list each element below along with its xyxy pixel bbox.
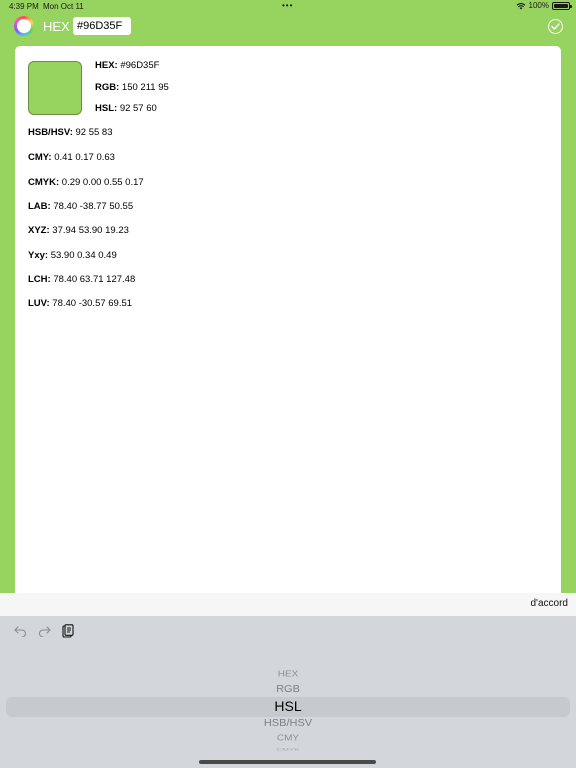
picker-option-cmyk[interactable]: CMYK [0, 747, 576, 751]
checkmark-icon [551, 23, 560, 30]
hex-value: #96D35F [120, 60, 160, 71]
hsb-row: HSB/HSV: 92 55 83 [28, 127, 113, 138]
lab-row: LAB: 78.40 -38.77 50.55 [28, 201, 133, 212]
multitasking-dots[interactable]: ••• [282, 1, 293, 10]
paste-icon[interactable] [61, 624, 75, 638]
status-time: 4:39 PM [9, 2, 39, 11]
battery-icon [552, 1, 572, 10]
shortcut-toolbar [13, 624, 75, 638]
hsb-value: 92 55 83 [75, 127, 113, 138]
hsb-key: HSB/HSV: [28, 127, 73, 138]
luv-key: LUV: [28, 298, 50, 309]
color-info-card: HEX: #96D35F RGB: 150 211 95 HSL: 92 57 … [15, 46, 561, 606]
color-wheel-icon[interactable] [14, 16, 34, 36]
picker-option-hsl[interactable]: HSL [0, 698, 576, 714]
rgb-value: 150 211 95 [121, 82, 169, 93]
hex-input[interactable] [73, 17, 131, 35]
lch-value: 78.40 63.71 127.48 [53, 274, 136, 285]
status-date: Mon Oct 11 [43, 2, 84, 11]
confirm-button[interactable] [548, 19, 563, 34]
rgb-key: RGB: [95, 82, 120, 93]
lch-row: LCH: 78.40 63.71 127.48 [28, 274, 135, 285]
cmy-row: CMY: 0.41 0.17 0.63 [28, 152, 115, 163]
picker-option-rgb[interactable]: RGB [0, 683, 576, 694]
xyz-row: XYZ: 37.94 53.90 19.23 [28, 225, 129, 236]
yxy-value: 53.90 0.34 0.49 [50, 250, 117, 261]
picker-option-hsb-hsv[interactable]: HSB/HSV [0, 717, 576, 728]
wifi-icon [516, 2, 525, 9]
status-bar: 4:39 PM Mon Oct 11 ••• 100% [0, 0, 576, 14]
xyz-key: XYZ: [28, 225, 50, 236]
cmyk-value: 0.29 0.00 0.55 0.17 [61, 177, 144, 188]
hex-key: HEX: [95, 60, 118, 71]
luv-value: 78.40 -30.57 69.51 [52, 298, 133, 309]
undo-icon[interactable] [13, 624, 27, 638]
home-indicator [199, 760, 376, 764]
done-button[interactable]: d'accord [531, 598, 569, 609]
hsl-key: HSL: [95, 103, 118, 114]
cmyk-row: CMYK: 0.29 0.00 0.55 0.17 [28, 177, 144, 188]
lch-key: LCH: [28, 274, 51, 285]
hex-row: HEX: #96D35F [95, 60, 159, 71]
rgb-row: RGB: 150 211 95 [95, 82, 169, 93]
color-swatch [28, 61, 82, 115]
xyz-value: 37.94 53.90 19.23 [52, 225, 129, 236]
cmy-value: 0.41 0.17 0.63 [54, 152, 115, 163]
picker-option-cmy[interactable]: CMY [0, 734, 576, 743]
hsl-value: 92 57 60 [119, 103, 157, 114]
format-picker: HEX RGB HSL HSB/HSV CMY CMYK [0, 616, 576, 768]
format-label: HEX [43, 19, 70, 34]
lab-key: LAB: [28, 201, 51, 212]
battery-percent: 100% [528, 1, 549, 10]
redo-icon[interactable] [37, 624, 51, 638]
yxy-key: Yxy: [28, 250, 49, 261]
yxy-row: Yxy: 53.90 0.34 0.49 [28, 250, 117, 261]
cmyk-key: CMYK: [28, 177, 60, 188]
picker-option-hex[interactable]: HEX [0, 670, 576, 679]
keyboard-accessory-bar: d'accord [0, 593, 576, 616]
lab-value: 78.40 -38.77 50.55 [53, 201, 134, 212]
hsl-row: HSL: 92 57 60 [95, 103, 157, 114]
cmy-key: CMY: [28, 152, 52, 163]
status-indicators: 100% [516, 1, 572, 10]
luv-row: LUV: 78.40 -30.57 69.51 [28, 298, 132, 309]
